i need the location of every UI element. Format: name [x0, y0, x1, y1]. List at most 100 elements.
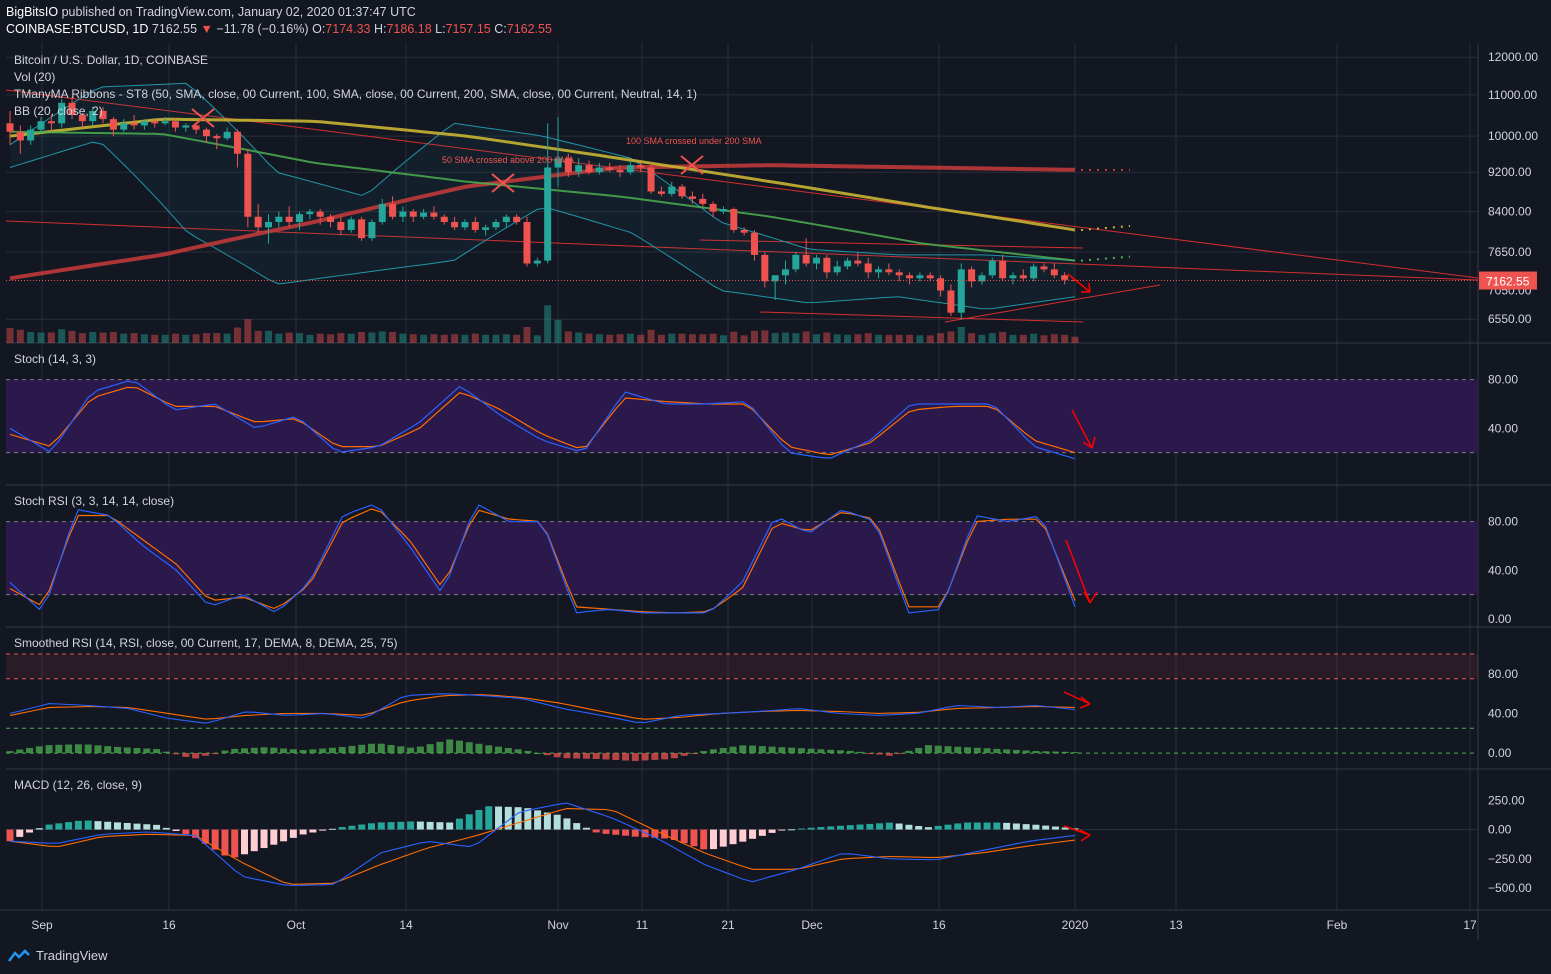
rsi-histogram-bar — [221, 750, 229, 754]
rsi-histogram-bar — [944, 746, 952, 754]
tradingview-brand[interactable]: TradingView — [8, 948, 108, 963]
macd-histogram-bar — [123, 822, 131, 830]
volume-bar — [854, 334, 862, 343]
volume-bar — [585, 333, 593, 343]
rsi-histogram-bar — [299, 750, 307, 754]
rsi-histogram-bar — [700, 751, 708, 754]
macd-histogram-bar — [358, 824, 366, 830]
candle-body — [213, 136, 221, 139]
chart-canvas[interactable]: 12000.00 11000.00 10000.00 9200.00 8400.00 76… — [0, 0, 1551, 974]
time-axis-label: 21 — [721, 918, 735, 932]
change-value: −11.78 (−0.16%) — [216, 22, 309, 36]
volume-bar — [533, 335, 541, 343]
volume-bar — [358, 332, 366, 343]
candle-body — [378, 203, 386, 222]
rsi-histogram-bar — [1003, 749, 1011, 754]
time-axis-label: Dec — [801, 918, 822, 932]
candle-body — [906, 275, 914, 279]
rsi-histogram-bar — [26, 747, 34, 754]
rsi-histogram-bar — [983, 748, 991, 754]
rsi-histogram-bar — [758, 746, 766, 754]
volume-bar — [213, 333, 221, 343]
rsi-histogram-bar — [768, 746, 776, 754]
candle-body — [657, 191, 665, 194]
candle-body — [440, 216, 448, 222]
volume-bar — [347, 333, 355, 343]
rsi-histogram-bar — [35, 746, 43, 754]
rsi-histogram-bar — [573, 753, 581, 759]
macd-histogram-bar — [582, 827, 590, 830]
volume-bar — [68, 330, 76, 343]
volume-bar — [389, 332, 397, 343]
candle-body — [699, 198, 707, 204]
rsi-histogram-bar — [729, 746, 737, 754]
volume-bar — [337, 333, 345, 343]
macd-histogram-bar — [289, 829, 297, 838]
candle-body — [968, 269, 976, 282]
rsi-histogram-bar — [162, 751, 170, 754]
volume-bar — [368, 332, 376, 343]
time-axis-label: Sep — [31, 918, 53, 932]
volume-bar — [161, 334, 169, 343]
volume-bar — [192, 334, 200, 343]
volume-bar — [719, 335, 727, 343]
macd-histogram-bar — [397, 821, 405, 830]
macd-histogram-bar — [1022, 824, 1030, 830]
rsi-histogram-bar — [485, 745, 493, 754]
rsi-histogram-bar — [543, 753, 551, 756]
high-value: 7186.18 — [386, 22, 432, 36]
candle-body — [409, 211, 417, 217]
volume-bar — [895, 334, 903, 343]
overbought-zone — [6, 653, 1478, 679]
volume-bar — [492, 334, 500, 343]
volume-bar — [750, 330, 758, 343]
macd-histogram-bar — [876, 823, 884, 830]
rsi-histogram-bar — [817, 749, 825, 754]
candle-body — [140, 121, 148, 126]
rsi-histogram-bar — [582, 753, 590, 759]
volume-bar — [709, 333, 717, 343]
candle-body — [16, 131, 24, 141]
candle-body — [171, 121, 179, 128]
volume-bar — [378, 331, 386, 343]
candle-body — [813, 257, 821, 264]
macd-histogram-bar — [426, 821, 434, 830]
rsi-histogram-bar — [895, 753, 903, 755]
macd-histogram-bar — [475, 809, 483, 830]
volume-bar — [109, 332, 117, 343]
rsi-histogram-bar — [319, 748, 327, 754]
rsi-histogram-bar — [797, 748, 805, 754]
macd-histogram-bar — [299, 829, 307, 835]
price-tick: 9200.00 — [1488, 165, 1532, 179]
pane-legend: MACD (12, 26, close, 9) — [14, 778, 142, 792]
macd-histogram-bar — [1051, 826, 1059, 830]
volume-bar — [171, 333, 179, 343]
rsi-histogram-bar — [553, 753, 561, 758]
volume-bar — [1061, 334, 1069, 343]
macd-histogram-bar — [563, 818, 571, 830]
volume-bar — [916, 335, 924, 343]
candle-body — [647, 167, 655, 192]
macd-histogram-bar — [45, 824, 53, 830]
volume-bar — [968, 333, 976, 343]
rsi-histogram-bar — [749, 745, 757, 754]
publisher-name[interactable]: BigBitsIO — [6, 5, 58, 19]
osc-tick: 0.00 — [1488, 746, 1512, 760]
volume-bar — [27, 332, 35, 343]
volume-bar — [6, 328, 14, 343]
macd-histogram-bar — [797, 828, 805, 830]
rsi-histogram-bar — [622, 753, 630, 761]
candle-body — [844, 260, 852, 267]
macd-histogram-bar — [807, 827, 815, 830]
volume-bar — [451, 334, 459, 343]
candle-body — [761, 254, 769, 282]
rsi-histogram-bar — [954, 746, 962, 754]
rsi-histogram-bar — [837, 750, 845, 754]
candle-body — [916, 275, 924, 279]
rsi-histogram-bar — [348, 745, 356, 754]
macd-histogram-bar — [622, 829, 630, 836]
candle-body — [885, 269, 893, 273]
candle-body — [37, 121, 45, 130]
macd-histogram-bar — [915, 826, 923, 830]
macd-histogram-bar — [104, 821, 112, 830]
